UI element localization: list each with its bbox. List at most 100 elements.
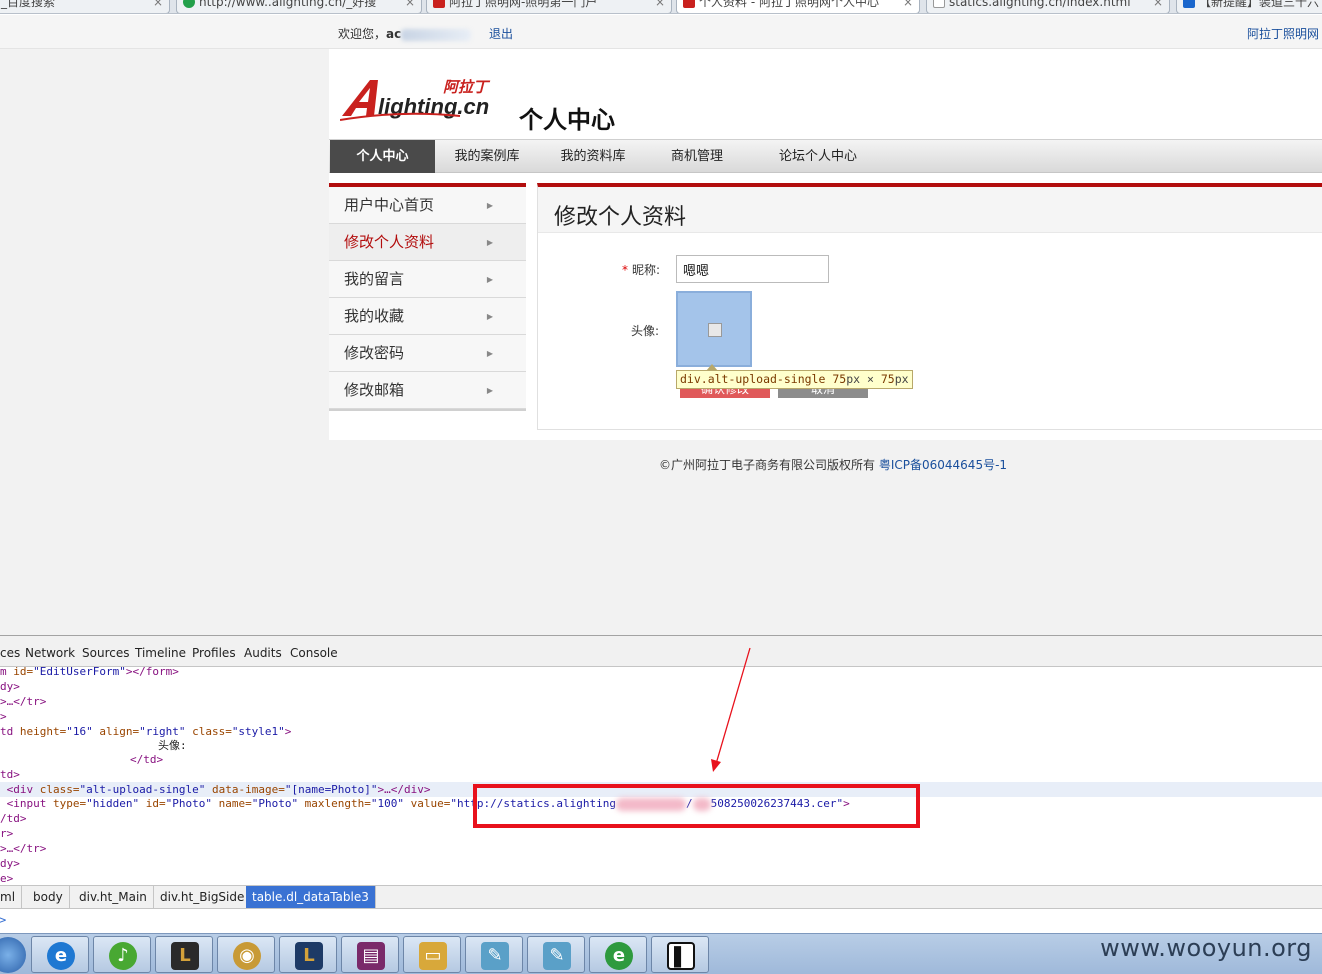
devtools-tab-audits[interactable]: Audits [244,646,282,660]
taskbar-webcam-button[interactable]: ◉ [217,936,275,973]
nav-my-cases[interactable]: 我的案例库 [445,140,529,173]
avatar-upload[interactable] [676,291,752,367]
devtools-tab-sources[interactable]: Sources [82,646,129,660]
crumb-div-ht-bigside[interactable]: div.ht_BigSide [154,886,252,908]
dom-line[interactable]: >…</tr> [0,841,46,856]
welcome-text: 欢迎您，ac [338,25,472,42]
dom-line[interactable]: r> [0,826,13,841]
start-orb-icon[interactable] [0,937,26,973]
terminal-icon: ▌ [667,942,695,970]
ie-icon: e [47,942,75,970]
devtools-tab-network[interactable]: Network [25,646,75,660]
nav-my-materials[interactable]: 我的资料库 [551,140,635,173]
dom-line[interactable]: td> [0,767,20,782]
svg-text:阿拉丁: 阿拉丁 [443,78,491,96]
footer: ©广州阿拉丁电子商务有限公司版权所有 粤ICP备06044645号-1 [659,458,1008,472]
dom-line[interactable]: td height="16" align="right" class="styl… [0,724,291,739]
blank-page-favicon-icon [933,0,945,8]
winrar-icon: ▤ [357,942,385,970]
username: ac [386,27,402,41]
sidemenu-edit-profile[interactable]: 修改个人资料 ▶ [329,224,526,261]
page-left-background [0,49,329,635]
dom-text-node[interactable]: 头像: [158,738,187,753]
sidemenu-change-email[interactable]: 修改邮箱 ▶ [329,372,526,409]
required-mark: * [622,263,628,277]
dom-line[interactable]: dy> [0,856,20,871]
chevron-right-icon: ▶ [486,349,493,358]
crumb-body[interactable]: body [27,886,70,908]
nav-business-opportunities[interactable]: 商机管理 [662,140,732,173]
devtools-tab-timeline[interactable]: Timeline [135,646,186,660]
close-tab-icon[interactable]: × [405,0,415,10]
nav-personal-center[interactable]: 个人中心 [330,140,435,173]
main-nav: 个人中心 我的案例库 我的资料库 商机管理 论坛个人中心 [329,139,1322,173]
nav-forum-center[interactable]: 论坛个人中心 [761,140,875,173]
crumb-div-ht-main[interactable]: div.ht_Main [73,886,154,908]
dom-line[interactable]: m id="EditUserForm"></form> [0,664,179,679]
wooyun-watermark: www.wooyun.org [1100,934,1312,962]
dom-line[interactable]: e> [0,871,13,886]
taskbar-terminal-button[interactable]: ▌ [651,936,709,973]
haosou-favicon-icon [183,0,195,8]
sidemenu-my-messages[interactable]: 我的留言 ▶ [329,261,526,298]
dom-line[interactable]: > [0,709,7,724]
devtools-tabs: ces Network Sources Timeline Profiles Au… [0,636,1322,667]
logout-link[interactable]: 退出 [489,25,513,42]
sidemenu-change-password[interactable]: 修改密码 ▶ [329,335,526,372]
nickname-label: * 昵称: [622,263,661,277]
panel-header: 修改个人资料 [538,187,1322,233]
chevron-right-icon: ▶ [486,238,493,247]
sidemenu-my-favorites[interactable]: 我的收藏 ▶ [329,298,526,335]
avatar-label: 头像: [631,324,660,338]
taskbar-browser-button[interactable]: e [589,936,647,973]
taskbar-notepad-button[interactable]: ✎ [465,936,523,973]
chevron-right-icon: ▶ [486,386,493,395]
browser-tab-3[interactable]: 阿拉丁照明网-照明第一门户 × [426,0,672,13]
close-tab-icon[interactable]: × [655,0,665,10]
username-redaction [401,28,472,41]
page-title: 个人中心 [519,106,615,134]
browser-tab-1[interactable]: _百度搜索 × [0,0,170,13]
taskbar-ie-button[interactable]: e [31,936,89,973]
league-icon: L [171,942,199,970]
dom-line[interactable]: >…</tr> [0,694,46,709]
close-tab-icon[interactable]: × [153,0,163,10]
nickname-input[interactable] [676,255,829,283]
site-top-bar: 欢迎您，ac 退出 阿拉丁照明网 [0,15,1322,49]
browser-tab-5[interactable]: statics.alighting.cn/index.html × [926,0,1170,13]
browser-tab-2[interactable]: http://www..alighting.cn/_好搜 × [176,0,422,13]
sidemenu-user-home[interactable]: 用户中心首页 ▶ [329,187,526,224]
devtools-tab-profiles[interactable]: Profiles [192,646,236,660]
close-tab-icon[interactable]: × [1153,0,1163,10]
notepad2-icon: ✎ [543,942,571,970]
music-player-icon: ♪ [109,942,137,970]
broken-image-icon [708,323,722,337]
dom-line[interactable]: dy> [0,679,20,694]
element-inspect-tooltip: div.alt-upload-single 75px × 75px [676,370,913,389]
side-menu: 用户中心首页 ▶ 修改个人资料 ▶ 我的留言 ▶ 我的收藏 ▶ 修改密码 ▶ 修改邮箱 ▶ [329,183,526,411]
taskbar-notepad2-button[interactable]: ✎ [527,936,585,973]
taskbar-folder-button[interactable]: ▭ [403,936,461,973]
site-home-link[interactable]: 阿拉丁照明网 [1247,25,1319,42]
annotation-highlight-box [473,784,920,828]
taskbar-music-button[interactable]: ♪ [93,936,151,973]
taskbar-league-client-button[interactable]: L [279,936,337,973]
devtools-tab-console[interactable]: Console [290,646,338,660]
dom-line[interactable]: </td> [130,752,163,767]
taskbar-winrar-button[interactable]: ▤ [341,936,399,973]
console-input[interactable]: > [0,909,1322,934]
icp-link[interactable]: 粤ICP备06044645号-1 [879,458,1007,472]
dom-line[interactable]: /td> [0,811,27,826]
browser-tab-6[interactable]: 【新提醒】装道三十六 [1176,0,1322,13]
devtools-tab-resources[interactable]: ces [0,646,20,660]
crumb-table-datatable[interactable]: table.dl_dataTable3 [246,886,376,908]
chevron-right-icon: ▶ [486,275,493,284]
browser-tab-4-active[interactable]: 个人资料 - 阿拉丁照明网个人中心 × [676,0,920,13]
alighting-logo[interactable]: lighting.cn 阿拉丁 [340,76,505,124]
alighting-favicon-icon [683,0,695,8]
devtools-breadcrumbs: ml body div.ht_Main div.ht_BigSide table… [0,885,1322,909]
chevron-right-icon: ▶ [486,312,493,321]
crumb-html[interactable]: ml [0,886,23,908]
close-tab-icon[interactable]: × [903,0,913,10]
taskbar-league-button[interactable]: L [155,936,213,973]
